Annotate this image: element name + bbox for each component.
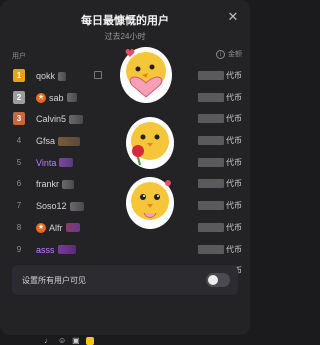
panel-title: 每日最慷慨的用户 <box>81 15 169 27</box>
username: Soso12 <box>36 201 84 211</box>
blurred-amount <box>198 179 224 189</box>
close-icon[interactable]: ✕ <box>224 8 242 26</box>
chick-heart-sticker <box>120 47 172 103</box>
toggle-knob <box>208 275 218 285</box>
blurred-name <box>62 179 75 189</box>
amount-suffix: 代币 <box>226 222 242 232</box>
visibility-toggle[interactable] <box>206 273 230 287</box>
info-icon[interactable]: i <box>216 49 225 59</box>
blurred-name <box>58 136 81 146</box>
blurred-amount <box>198 244 224 254</box>
blurred-amount <box>198 71 224 80</box>
amount-suffix: 代币 <box>226 136 242 146</box>
amount: 代币 <box>198 178 242 189</box>
tip-icon[interactable] <box>85 336 94 345</box>
tag-icon <box>94 71 102 79</box>
chick-rose-sticker <box>126 117 174 169</box>
sticker-overlay <box>110 45 190 235</box>
visibility-setting: 设置所有用户可见 <box>12 265 238 295</box>
username-text: Calvin5 <box>36 114 67 125</box>
rank-badge-bronze: 3 <box>13 112 25 126</box>
username-text: Alfr <box>49 222 63 233</box>
blurred-name <box>59 158 74 168</box>
rank-number: 9 <box>16 244 22 254</box>
chick-pray-sticker <box>126 177 174 229</box>
blurred-amount <box>198 157 224 167</box>
amount-suffix: 代币 <box>226 92 242 102</box>
amount: 代币 <box>198 157 242 168</box>
blurred-amount <box>198 114 224 124</box>
amount-suffix: 代币 <box>226 201 242 211</box>
column-amount: i 金额 <box>216 49 242 59</box>
blurred-amount <box>198 92 224 102</box>
username: Vinta <box>36 157 74 168</box>
amount-suffix: 代币 <box>226 71 242 80</box>
username: ★ Alfr <box>36 222 80 233</box>
panel-subtitle: 过去24小时 <box>104 32 146 41</box>
generous-users-panel: 每日最慷慨的用户 过去24小时 ✕ 用户 i 金额 1 qokk 代币 2 ★ <box>0 0 250 335</box>
username: ★ sab <box>36 92 77 103</box>
gift-icon[interactable]: ▣ <box>72 336 80 345</box>
username: Calvin5 <box>36 114 84 125</box>
amount: 代币 <box>198 244 242 255</box>
list-item[interactable]: 9 asss 代币 <box>0 239 250 261</box>
amount: 代币 <box>198 113 242 124</box>
username-text: sab <box>49 92 64 103</box>
blurred-name <box>69 114 84 124</box>
rank-number: 5 <box>16 157 22 167</box>
emoji-icon[interactable]: ☺ <box>58 336 66 345</box>
blurred-amount <box>198 201 224 211</box>
rank-number: 6 <box>16 179 22 189</box>
blurred-amount <box>198 136 224 146</box>
username: qokk <box>36 71 67 81</box>
username: asss <box>36 245 76 255</box>
amount-suffix: 代币 <box>226 157 242 167</box>
amount: 代币 <box>198 200 242 211</box>
username-text: Gfsa <box>36 136 56 147</box>
panel-header: 每日最慷慨的用户 过去24小时 <box>0 12 250 42</box>
visibility-label: 设置所有用户可见 <box>22 276 86 285</box>
rank-number: 7 <box>16 201 22 211</box>
blurred-name <box>58 71 67 81</box>
amount: 代币 <box>198 222 242 233</box>
mic-icon[interactable]: ♩ <box>44 336 52 345</box>
blurred-name <box>69 201 84 211</box>
blurred-name <box>65 223 80 233</box>
amount: 代币 <box>198 135 242 146</box>
column-user: 用户 <box>12 53 26 60</box>
rank-badge-silver: 2 <box>13 90 25 104</box>
amount: 代币 <box>198 92 242 103</box>
username-text: frankr <box>36 179 60 190</box>
star-badge-icon: ★ <box>36 92 46 103</box>
rank-badge-gold: 1 <box>13 69 25 82</box>
username-text: Vinta <box>36 157 57 168</box>
rank-number: 4 <box>16 136 22 146</box>
amount: 代币 <box>198 70 242 81</box>
username-text: Soso12 <box>36 201 67 212</box>
blurred-name <box>66 93 77 103</box>
star-badge-icon: ★ <box>36 222 46 233</box>
username: Gfsa <box>36 136 81 147</box>
username-text: asss <box>36 244 55 255</box>
username: frankr <box>36 179 75 190</box>
amount-suffix: 代币 <box>226 114 242 124</box>
blurred-amount <box>198 222 224 232</box>
username-text: qokk <box>36 71 56 81</box>
column-amount-label: 金额 <box>228 51 242 58</box>
amount-suffix: 代币 <box>226 244 242 254</box>
bottom-toolbar: ♩ ☺ ▣ <box>0 336 250 345</box>
blurred-name <box>57 245 76 254</box>
amount-suffix: 代币 <box>226 179 242 189</box>
rank-number: 8 <box>16 222 22 232</box>
